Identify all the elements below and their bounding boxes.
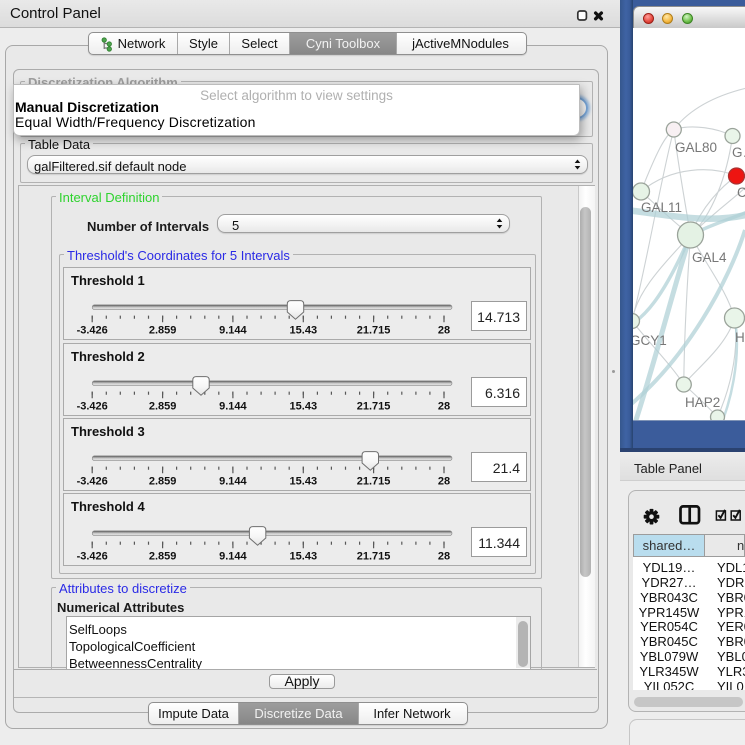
svg-text:28: 28 [438,401,450,413]
svg-text:15.43: 15.43 [290,551,318,563]
svg-text:9.144: 9.144 [219,476,247,488]
svg-text:-3.426: -3.426 [77,401,108,413]
svg-text:15.43: 15.43 [290,325,318,337]
svg-text:2.859: 2.859 [149,476,177,488]
svg-text:9.144: 9.144 [219,325,247,337]
svg-text:G…: G… [732,145,745,160]
svg-text:-3.426: -3.426 [77,325,108,337]
svg-text:28: 28 [438,325,450,337]
svg-text:-3.426: -3.426 [77,551,108,563]
svg-text:2.859: 2.859 [149,401,177,413]
svg-text:GAL80: GAL80 [675,140,717,155]
svg-text:H: H [735,330,745,345]
svg-text:21.715: 21.715 [357,401,391,413]
svg-text:21.715: 21.715 [357,476,391,488]
svg-text:9.144: 9.144 [219,551,247,563]
svg-text:15.43: 15.43 [290,476,318,488]
svg-text:C: C [737,185,745,200]
svg-text:HAP2: HAP2 [685,395,720,410]
svg-text:28: 28 [438,551,450,563]
svg-text:GCY1: GCY1 [633,333,667,348]
svg-text:2.859: 2.859 [149,325,177,337]
svg-text:2.859: 2.859 [149,551,177,563]
svg-text:21.715: 21.715 [357,551,391,563]
svg-text:9.144: 9.144 [219,401,247,413]
svg-text:28: 28 [438,476,450,488]
svg-text:15.43: 15.43 [290,401,318,413]
svg-text:GAL4: GAL4 [692,250,727,265]
svg-text:GAL11: GAL11 [641,200,682,215]
svg-text:-3.426: -3.426 [77,476,108,488]
svg-text:21.715: 21.715 [357,325,391,337]
